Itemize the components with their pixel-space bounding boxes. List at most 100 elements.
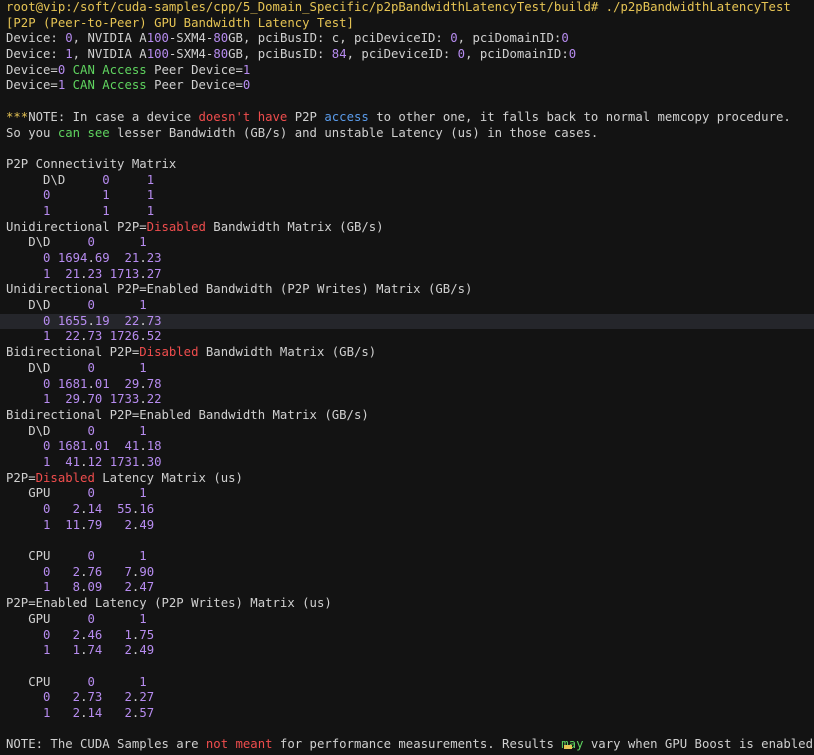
terminal-text-segment: 29: [124, 376, 140, 391]
terminal-line: 0 1681.01 29.78: [6, 377, 814, 393]
terminal-text-segment: CPU: [6, 549, 88, 564]
terminal-text-segment: 1: [139, 486, 147, 501]
terminal-text-segment: 0: [561, 31, 569, 46]
terminal-text-segment: 22: [65, 329, 81, 344]
terminal-text-segment: GPU: [6, 486, 88, 501]
terminal-text-segment: 0: [87, 360, 95, 375]
terminal-text-segment: .: [139, 454, 147, 469]
terminal-text-segment: 2: [124, 705, 132, 720]
terminal-text-segment: .: [139, 439, 147, 454]
terminal-text-segment: 1: [102, 188, 110, 203]
terminal-text-segment: 01: [94, 376, 110, 391]
terminal-text-segment: , pciDeviceID:: [346, 47, 458, 62]
terminal-text-segment: 30: [146, 454, 162, 469]
terminal-line: D\D 0 1: [6, 298, 814, 314]
terminal-text-segment: .: [139, 376, 147, 391]
terminal-text-segment: , NVIDIA A: [72, 31, 147, 46]
terminal-text-segment: GB, pciBusID: c, pciDeviceID:: [228, 31, 451, 46]
terminal-line: Device=0 CAN Access Peer Device=1: [6, 63, 814, 79]
terminal-text-segment: Device=: [6, 78, 58, 93]
terminal-line: GPU 0 1: [6, 612, 814, 628]
terminal-text-segment: 73: [87, 690, 103, 705]
terminal-text-segment: 47: [139, 580, 155, 595]
terminal-line: 1 21.23 1713.27: [6, 267, 814, 283]
terminal-text-segment: 80: [213, 31, 229, 46]
terminal-text-segment: 18: [146, 439, 162, 454]
terminal-line: Device=1 CAN Access Peer Device=0: [6, 78, 814, 94]
terminal-text-segment: 100: [146, 47, 169, 62]
terminal-line: So you can see lesser Bandwidth (GB/s) a…: [6, 126, 814, 142]
terminal-text-segment: Unidirectional P2P=Enabled Bandwidth (P2…: [6, 282, 473, 297]
terminal-text-segment: -SXM4-: [168, 47, 214, 62]
terminal-text-segment: vary when GPU Boost is enabled.: [583, 737, 814, 752]
terminal-text-segment: 41: [65, 454, 81, 469]
terminal-text-segment: Unidirectional P2P=: [6, 219, 147, 234]
terminal-text-segment: 27: [146, 266, 162, 281]
terminal-text-segment: Device:: [6, 47, 66, 62]
terminal-text-segment: P2P=Enabled Latency (P2P Writes) Matrix …: [6, 596, 332, 611]
terminal-text-segment: So you: [6, 125, 58, 140]
terminal-text-segment: 79: [87, 517, 103, 532]
terminal-text-segment: .: [139, 392, 147, 407]
terminal-text-segment: 78: [146, 376, 162, 391]
terminal-text-segment: 0: [87, 298, 95, 313]
terminal-text-segment: 22: [124, 313, 140, 328]
terminal-text-segment: Bandwidth Matrix (GB/s): [198, 345, 377, 360]
terminal-line: NOTE: The CUDA Samples are not meant for…: [6, 737, 814, 753]
terminal-text-segment: 23: [146, 251, 162, 265]
terminal-text-segment: P2P: [287, 109, 325, 124]
terminal-line: P2P Connectivity Matrix: [6, 157, 814, 173]
terminal-text-segment: 46: [87, 627, 103, 642]
terminal-text-segment: 1: [139, 298, 147, 313]
terminal-text-segment: 2: [124, 690, 132, 705]
terminal-text-segment: -SXM4-: [168, 31, 214, 46]
terminal-line: 0 1694.69 21.23: [6, 251, 814, 267]
terminal-text-segment: P2P Connectivity Matrix: [6, 156, 177, 171]
terminal-window[interactable]: root@vip:/soft/cuda-samples/cpp/5_Domain…: [0, 0, 814, 755]
terminal-output: root@vip:/soft/cuda-samples/cpp/5_Domain…: [0, 0, 814, 753]
terminal-text-segment: ***: [6, 109, 29, 124]
terminal-text-segment: 0: [102, 172, 110, 187]
terminal-text-segment: D\D: [6, 423, 88, 438]
terminal-text-segment: 27: [139, 690, 155, 705]
terminal-text-segment: , pciDomainID:: [457, 31, 562, 46]
terminal-line: P2P=Disabled Latency Matrix (us): [6, 471, 814, 487]
terminal-text-segment: 0: [568, 47, 577, 62]
terminal-text-segment: .: [139, 266, 147, 281]
terminal-text-segment: 8: [72, 580, 81, 595]
terminal-line: 0 1681.01 41.18: [6, 439, 814, 455]
terminal-text-segment: 90: [139, 564, 155, 579]
terminal-text-segment: 09: [87, 580, 103, 595]
terminal-text-segment: 7: [124, 564, 132, 579]
terminal-text-segment: 21: [65, 266, 81, 281]
terminal-line: ***NOTE: In case a device doesn't have P…: [6, 110, 814, 126]
terminal-text-segment: 1731: [109, 454, 140, 469]
terminal-text-segment: Peer Device=: [146, 78, 243, 93]
terminal-text-segment: 0: [87, 549, 95, 564]
